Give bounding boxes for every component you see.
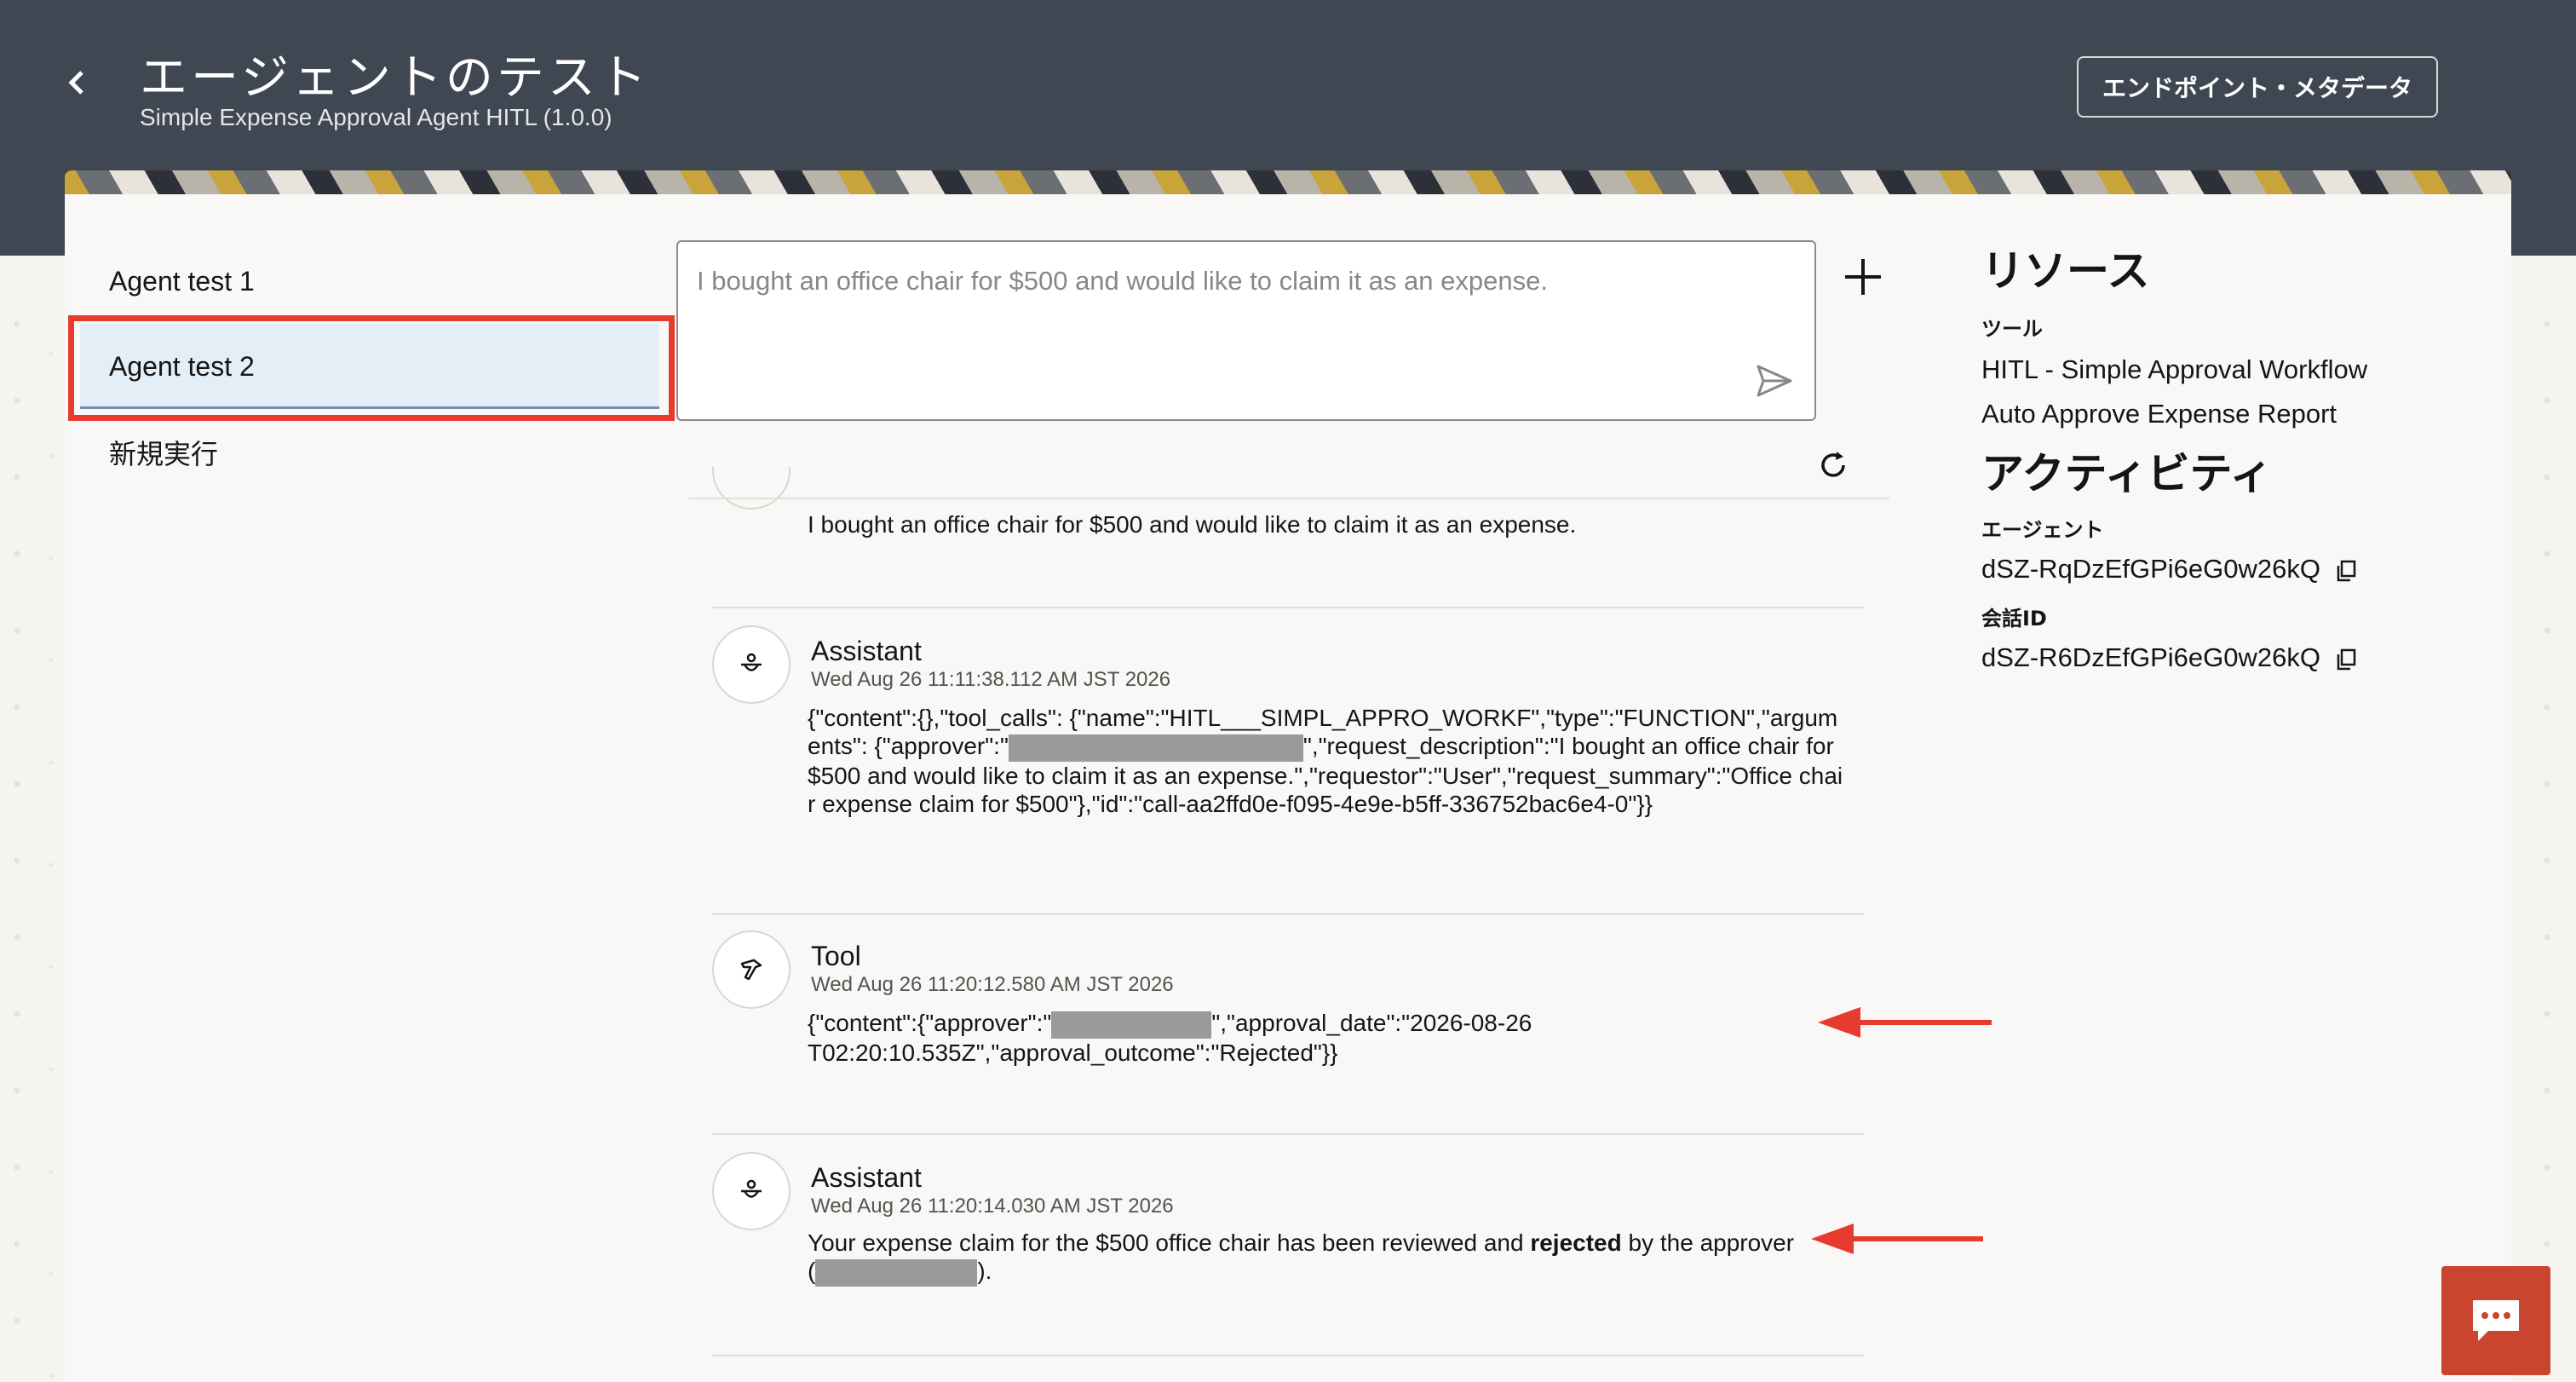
chat-icon [2473, 1300, 2519, 1341]
message-role: Tool [811, 941, 861, 971]
message-role: Assistant [811, 636, 922, 666]
message-text: ). [977, 1258, 992, 1284]
assistant-avatar [712, 1152, 791, 1230]
message-time: Wed Aug 26 11:20:14.030 AM JST 2026 [811, 1195, 1174, 1218]
tools-label: ツール [1981, 317, 2043, 341]
user-message: I bought an office chair for $500 and wo… [808, 511, 1577, 538]
back-chevron-icon [68, 71, 83, 95]
message-text: ( [808, 1258, 816, 1284]
message-bold-text: rejected [1530, 1229, 1622, 1256]
message-time: Wed Aug 26 11:20:12.580 AM JST 2026 [811, 973, 1174, 996]
divider [712, 913, 1864, 915]
message-body: {"content":{"approver":" ","approval_date… [808, 1009, 1540, 1067]
prompt-placeholder: I bought an office chair for $500 and wo… [697, 266, 1548, 296]
divider [712, 1355, 1864, 1356]
assistant-icon [741, 1179, 762, 1198]
tool-item[interactable]: Auto Approve Expense Report [1981, 399, 2337, 429]
copy-icon[interactable] [2335, 560, 2357, 582]
arrow-left-icon [1818, 1007, 1992, 1038]
conversation-label: 会話ID [1981, 607, 2047, 631]
chat-button[interactable] [2441, 1266, 2550, 1375]
send-icon[interactable] [1753, 360, 1796, 402]
resources-heading: リソース [1981, 246, 2150, 296]
divider [688, 498, 1889, 499]
back-button[interactable] [60, 61, 94, 104]
divider [712, 1133, 1864, 1135]
message-text: by the approver [1621, 1229, 1795, 1256]
copy-icon[interactable] [2335, 648, 2357, 671]
redacted-block [1008, 734, 1303, 762]
message-time: Wed Aug 26 11:11:38.112 AM JST 2026 [811, 668, 1171, 691]
new-run-link[interactable]: 新規実行 [109, 433, 218, 472]
refresh-icon[interactable] [1816, 448, 1850, 482]
prompt-input[interactable]: I bought an office chair for $500 and wo… [676, 240, 1816, 421]
decorative-band [65, 170, 2511, 196]
plus-icon[interactable] [1840, 254, 1886, 300]
endpoint-metadata-button[interactable]: エンドポイント・メタデータ [2077, 56, 2438, 118]
message-text: Your expense claim for the $500 office c… [808, 1229, 1531, 1256]
arrow-left-icon [1811, 1224, 1983, 1254]
message-body: {"content":{},"tool_calls": {"name":"HIT… [808, 704, 1847, 818]
tool-avatar [712, 930, 791, 1009]
sidebar-item-agent-test-1[interactable]: Agent test 1 [109, 266, 255, 297]
conversation-id: dSZ-R6DzEfGPi6eG0w26kQ [1981, 642, 2357, 673]
activity-heading: アクティビティ [1981, 449, 2273, 498]
agent-id: dSZ-RqDzEfGPi6eG0w26kQ [1981, 554, 2357, 584]
tool-icon [740, 959, 762, 981]
highlight-box [68, 315, 675, 421]
page-subtitle: Simple Expense Approval Agent HITL (1.0.… [140, 104, 612, 130]
assistant-icon [741, 653, 762, 671]
message-text: {"content":{"approver":" [808, 1010, 1052, 1036]
agent-label: エージェント [1981, 518, 2104, 542]
message-body: Your expense claim for the $500 office c… [808, 1229, 1830, 1287]
conversation-id-value: dSZ-R6DzEfGPi6eG0w26kQ [1981, 642, 2320, 672]
redacted-block [815, 1258, 978, 1287]
page-title: エージェントのテスト [140, 50, 650, 106]
message-role: Assistant [811, 1162, 922, 1193]
agent-id-value: dSZ-RqDzEfGPi6eG0w26kQ [1981, 554, 2320, 584]
redacted-block [1051, 1011, 1212, 1039]
tool-item[interactable]: HITL - Simple Approval Workflow [1981, 354, 2367, 385]
assistant-avatar [712, 625, 791, 704]
divider [712, 607, 1864, 608]
